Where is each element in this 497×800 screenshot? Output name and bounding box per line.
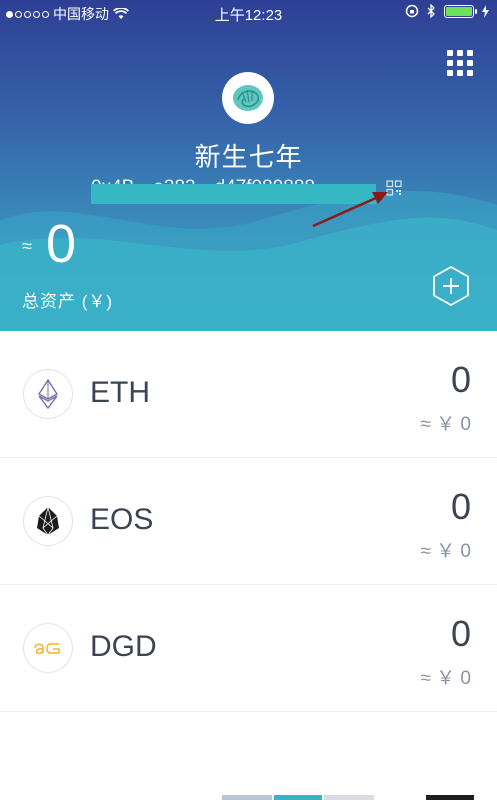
eos-icon bbox=[23, 496, 73, 546]
asset-symbol: ETH bbox=[90, 376, 150, 409]
wallet-header: 中国移动 上午12:23 新生七年 ≈ 0 总资产 (￥) bbox=[0, 0, 497, 331]
charging-icon bbox=[482, 4, 489, 18]
bottom-tab-strip bbox=[222, 795, 474, 800]
asset-row-dgd[interactable]: DGD 0 ≈ ￥ 0 bbox=[0, 585, 497, 712]
battery-icon bbox=[444, 4, 477, 18]
asset-fiat-value: ≈ ￥ 0 bbox=[420, 414, 471, 435]
add-asset-button[interactable] bbox=[430, 265, 472, 307]
asset-row-eos[interactable]: EOS 0 ≈ ￥ 0 bbox=[0, 458, 497, 585]
total-assets-value: 0 bbox=[46, 214, 77, 274]
menu-grid-button[interactable] bbox=[447, 50, 473, 76]
asset-fiat-value: ≈ ￥ 0 bbox=[420, 541, 471, 562]
bluetooth-icon bbox=[427, 4, 435, 18]
asset-list: ETH 0 ≈ ￥ 0 EOS 0 ≈ ￥ 0 DGD 0 ≈ ￥ 0 bbox=[0, 331, 497, 712]
asset-fiat-value: ≈ ￥ 0 bbox=[420, 668, 471, 689]
wallet-avatar[interactable] bbox=[222, 72, 274, 124]
asset-row-eth[interactable]: ETH 0 ≈ ￥ 0 bbox=[0, 331, 497, 458]
asset-amount: 0 bbox=[450, 486, 471, 527]
status-right bbox=[405, 4, 489, 18]
wallet-name: 新生七年 bbox=[194, 142, 303, 172]
rotation-lock-icon bbox=[405, 4, 419, 18]
status-bar: 中国移动 上午12:23 bbox=[0, 0, 497, 26]
dgd-icon bbox=[23, 623, 73, 673]
asset-amount: 0 bbox=[450, 359, 471, 400]
annotation-arrow-icon bbox=[312, 192, 388, 228]
asset-symbol: EOS bbox=[90, 503, 154, 536]
eth-icon bbox=[23, 369, 73, 419]
total-assets-label: 总资产 (￥) bbox=[22, 292, 114, 311]
asset-amount: 0 bbox=[450, 613, 471, 654]
shell-avatar-icon bbox=[233, 85, 263, 111]
grid-dot-icon bbox=[447, 50, 453, 56]
asset-symbol: DGD bbox=[90, 630, 157, 663]
total-approx-symbol: ≈ bbox=[22, 236, 32, 256]
